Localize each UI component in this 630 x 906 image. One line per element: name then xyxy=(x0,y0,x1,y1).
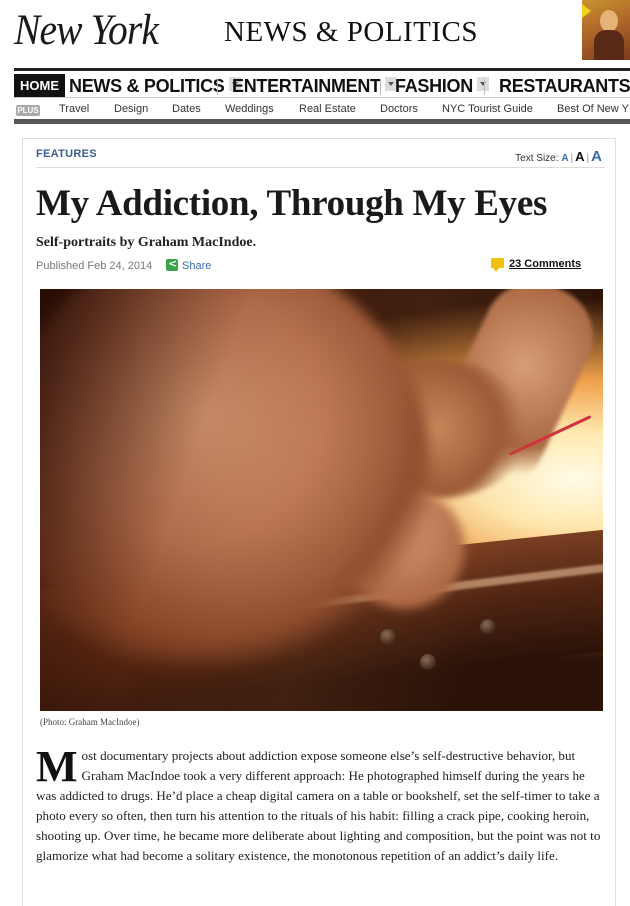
subnav-item-weddings[interactable]: Weddings xyxy=(225,103,274,115)
subnav-item-nyc-tourist-guide[interactable]: NYC Tourist Guide xyxy=(442,103,533,115)
section-title[interactable]: NEWS & POLITICS xyxy=(224,16,478,49)
section-label-features[interactable]: FEATURES xyxy=(36,148,97,160)
text-size-small-button[interactable]: A xyxy=(561,153,568,164)
article-body: Most documentary projects about addictio… xyxy=(36,742,606,867)
photo-caption: (Photo: Graham MacIndoe) xyxy=(40,717,140,727)
nav-item-entertainment[interactable]: ENTERTAINMENT xyxy=(232,73,397,99)
subnav-item-doctors[interactable]: Doctors xyxy=(380,103,418,115)
main-navigation: HOME NEWS & POLITICS ENTERTAINMENT FASHI… xyxy=(14,68,630,98)
text-size-control: Text Size: A | A | A xyxy=(515,148,602,165)
article-paragraph: ost documentary projects about addiction… xyxy=(36,748,601,864)
nav-home-button[interactable]: HOME xyxy=(14,74,65,97)
nav-item-label: NEWS & POLITICS xyxy=(69,76,225,96)
text-size-medium-button[interactable]: A xyxy=(575,149,584,164)
chevron-down-icon[interactable] xyxy=(476,77,489,91)
photo-shading xyxy=(40,289,603,711)
subnav-item-design[interactable]: Design xyxy=(114,103,148,115)
nav-divider xyxy=(217,79,218,95)
subnav-item-real-estate[interactable]: Real Estate xyxy=(299,103,356,115)
share-button[interactable]: Share xyxy=(166,257,212,272)
text-size-divider: | xyxy=(570,153,574,164)
masthead: New York NEWS & POLITICS xyxy=(0,0,630,66)
nav-divider xyxy=(380,79,381,95)
section-divider xyxy=(36,167,605,168)
text-size-divider: | xyxy=(586,153,590,164)
nav-divider xyxy=(484,79,485,95)
promo-thumbnail[interactable] xyxy=(582,0,630,60)
drop-cap: M xyxy=(36,742,78,791)
publish-date: Published Feb 24, 2014 xyxy=(36,260,153,272)
promo-flag-icon xyxy=(582,4,591,18)
promo-figure-head xyxy=(600,10,618,32)
promo-figure-body xyxy=(594,30,624,60)
comments-link[interactable]: 23 Comments xyxy=(491,258,582,272)
subnav-item-best-of-new-york[interactable]: Best Of New Y xyxy=(557,103,629,115)
comment-bubble-icon xyxy=(491,258,504,272)
text-size-label: Text Size: xyxy=(515,153,559,164)
subnav-item-dates[interactable]: Dates xyxy=(172,103,201,115)
new-york-logo[interactable]: New York xyxy=(14,6,159,55)
nav-item-label: ENTERTAINMENT xyxy=(232,76,381,96)
nav-item-label: FASHION xyxy=(395,76,473,96)
sub-navigation: PLUS Travel Design Dates Weddings Real E… xyxy=(14,100,630,124)
nav-item-label: RESTAURANTS xyxy=(499,76,630,96)
text-size-large-button[interactable]: A xyxy=(591,148,602,165)
article-dek: Self-portraits by Graham MacIndoe. xyxy=(36,235,257,250)
article-photo[interactable] xyxy=(40,289,603,711)
nav-item-restaurants[interactable]: RESTAURANTS xyxy=(499,73,630,99)
article-headline: My Addiction, Through My Eyes xyxy=(36,183,548,224)
nav-item-fashion[interactable]: FASHION xyxy=(395,73,489,99)
plus-badge: PLUS xyxy=(16,105,40,116)
share-icon xyxy=(166,257,178,271)
comments-count: 23 Comments xyxy=(509,258,582,270)
subnav-item-travel[interactable]: Travel xyxy=(59,103,89,115)
nav-item-news-politics[interactable]: NEWS & POLITICS xyxy=(69,73,241,99)
share-label: Share xyxy=(182,260,212,272)
